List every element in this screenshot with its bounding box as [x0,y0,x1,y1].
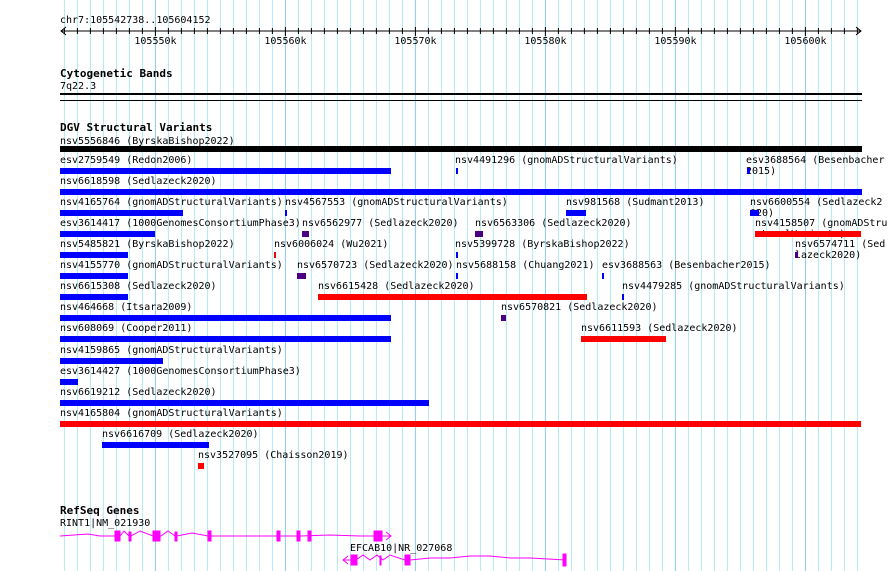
variant-label[interactable]: nsv6619212 (Sedlazeck2020) [60,387,217,398]
ruler-tick-label: 105560k [264,36,307,47]
refseq-track-title[interactable]: RefSeq Genes [60,505,139,516]
variant-label[interactable]: esv3688564 (Besenbacher2015) [746,155,888,177]
variant-bar[interactable] [60,379,78,385]
variant-bar[interactable] [60,168,391,174]
variant-label[interactable]: nsv6618598 (Sedlazeck2020) [60,176,217,187]
variant-bar[interactable] [60,294,128,300]
variant-bar[interactable] [60,336,391,342]
variant-label[interactable]: nsv4479285 (gnomADStructuralVariants) [622,281,845,292]
variant-bar[interactable] [795,252,798,258]
variant-label[interactable]: nsv608069 (Cooper2011) [60,323,192,334]
variant-label[interactable]: nsv4165804 (gnomADStructuralVariants) [60,408,283,419]
variant-label[interactable]: nsv6615308 (Sedlazeck2020) [60,281,217,292]
variant-bar[interactable] [60,231,155,237]
variant-label[interactable]: nsv6570821 (Sedlazeck2020) [501,302,658,313]
variant-label[interactable]: nsv5688158 (Chuang2021) [456,260,594,271]
variant-bar[interactable] [602,273,604,279]
ruler-tick-label: 105570k [394,36,437,47]
variant-label[interactable]: nsv6006024 (Wu2021) [274,239,388,250]
variant-label[interactable]: nsv4491296 (gnomADStructuralVariants) [455,155,678,166]
ruler-tick-label: 105580k [524,36,567,47]
variant-bar[interactable] [750,210,759,216]
variant-label[interactable]: nsv6615428 (Sedlazeck2020) [318,281,475,292]
variant-label[interactable]: nsv5399728 (ByrskaBishop2022) [455,239,630,250]
ruler-tick-label: 105600k [784,36,827,47]
variant-bar[interactable] [102,442,209,448]
variant-label[interactable]: nsv6611593 (Sedlazeck2020) [581,323,738,334]
variant-bar[interactable] [60,189,862,195]
variant-bar[interactable] [198,463,204,469]
variant-bar[interactable] [60,252,128,258]
variant-label[interactable]: nsv6570723 (Sedlazeck2020) [297,260,454,271]
variant-label[interactable]: nsv4165764 (gnomADStructuralVariants) [60,197,283,208]
variant-bar[interactable] [60,210,183,216]
dgv-track-title[interactable]: DGV Structural Variants [60,122,212,133]
variant-bar[interactable] [456,252,458,258]
variant-label[interactable]: esv3614417 (1000GenomesConsortiumPhase3) [60,218,301,229]
variant-label[interactable]: nsv4159865 (gnomADStructuralVariants) [60,345,283,356]
variant-label[interactable]: nsv6562977 (Sedlazeck2020) [302,218,459,229]
ruler-tick-label: 105590k [654,36,697,47]
variant-label[interactable]: nsv6563306 (Sedlazeck2020) [475,218,632,229]
variant-bar[interactable] [274,252,276,258]
variant-bar[interactable] [456,168,458,174]
variant-label[interactable]: nsv981568 (Sudmant2013) [566,197,704,208]
variant-label[interactable]: esv3688563 (Besenbacher2015) [602,260,771,271]
variant-label[interactable]: esv2759549 (Redon2006) [60,155,192,166]
cytoband-track-title[interactable]: Cytogenetic Bands [60,68,173,79]
variant-bar[interactable] [60,421,861,427]
variant-bar[interactable] [581,336,666,342]
variant-bar[interactable] [60,315,391,321]
cytoband-label: 7q22.3 [60,81,97,92]
variant-bar[interactable] [747,168,750,174]
variant-label[interactable]: nsv6616709 (Sedlazeck2020) [102,429,259,440]
ruler-tick-label: 105550k [134,36,177,47]
variant-bar[interactable] [318,294,587,300]
variant-bar[interactable] [622,294,624,300]
variant-bar[interactable] [285,210,287,216]
variant-bar[interactable] [566,210,586,216]
gene-efcab10 [342,553,567,567]
variant-bar[interactable] [501,315,506,321]
location-label: chr7:105542738..105604152 [60,15,211,26]
variant-bar[interactable] [60,400,429,406]
track-divider [60,100,862,101]
variant-label[interactable]: esv3614427 (1000GenomesConsortiumPhase3) [60,366,301,377]
gene-rint1 [59,530,392,542]
variant-label[interactable]: nsv464668 (Itsara2009) [60,302,192,313]
refseq-genes-graphic[interactable] [0,520,890,571]
variant-bar[interactable] [60,146,862,152]
variant-bar[interactable] [60,358,163,364]
variant-bar[interactable] [755,231,861,237]
variant-bar[interactable] [456,273,458,279]
variant-label[interactable]: nsv4567553 (gnomADStructuralVariants) [285,197,508,208]
variant-bar[interactable] [60,273,128,279]
variant-label[interactable]: nsv5485821 (ByrskaBishop2022) [60,239,235,250]
cytoband-bar[interactable] [60,93,862,95]
exon [114,530,121,542]
variant-label[interactable]: nsv4155770 (gnomADStructuralVariants) [60,260,283,271]
variant-bar[interactable] [297,273,306,279]
variant-bar[interactable] [475,231,483,237]
variant-label[interactable]: nsv3527095 (Chaisson2019) [198,450,349,461]
variant-label[interactable]: nsv6574711 (Sedlazeck2020) [795,239,888,261]
variant-bar[interactable] [302,231,309,237]
variant-label[interactable]: nsv6600554 (Sedlazeck2020) [750,197,888,219]
